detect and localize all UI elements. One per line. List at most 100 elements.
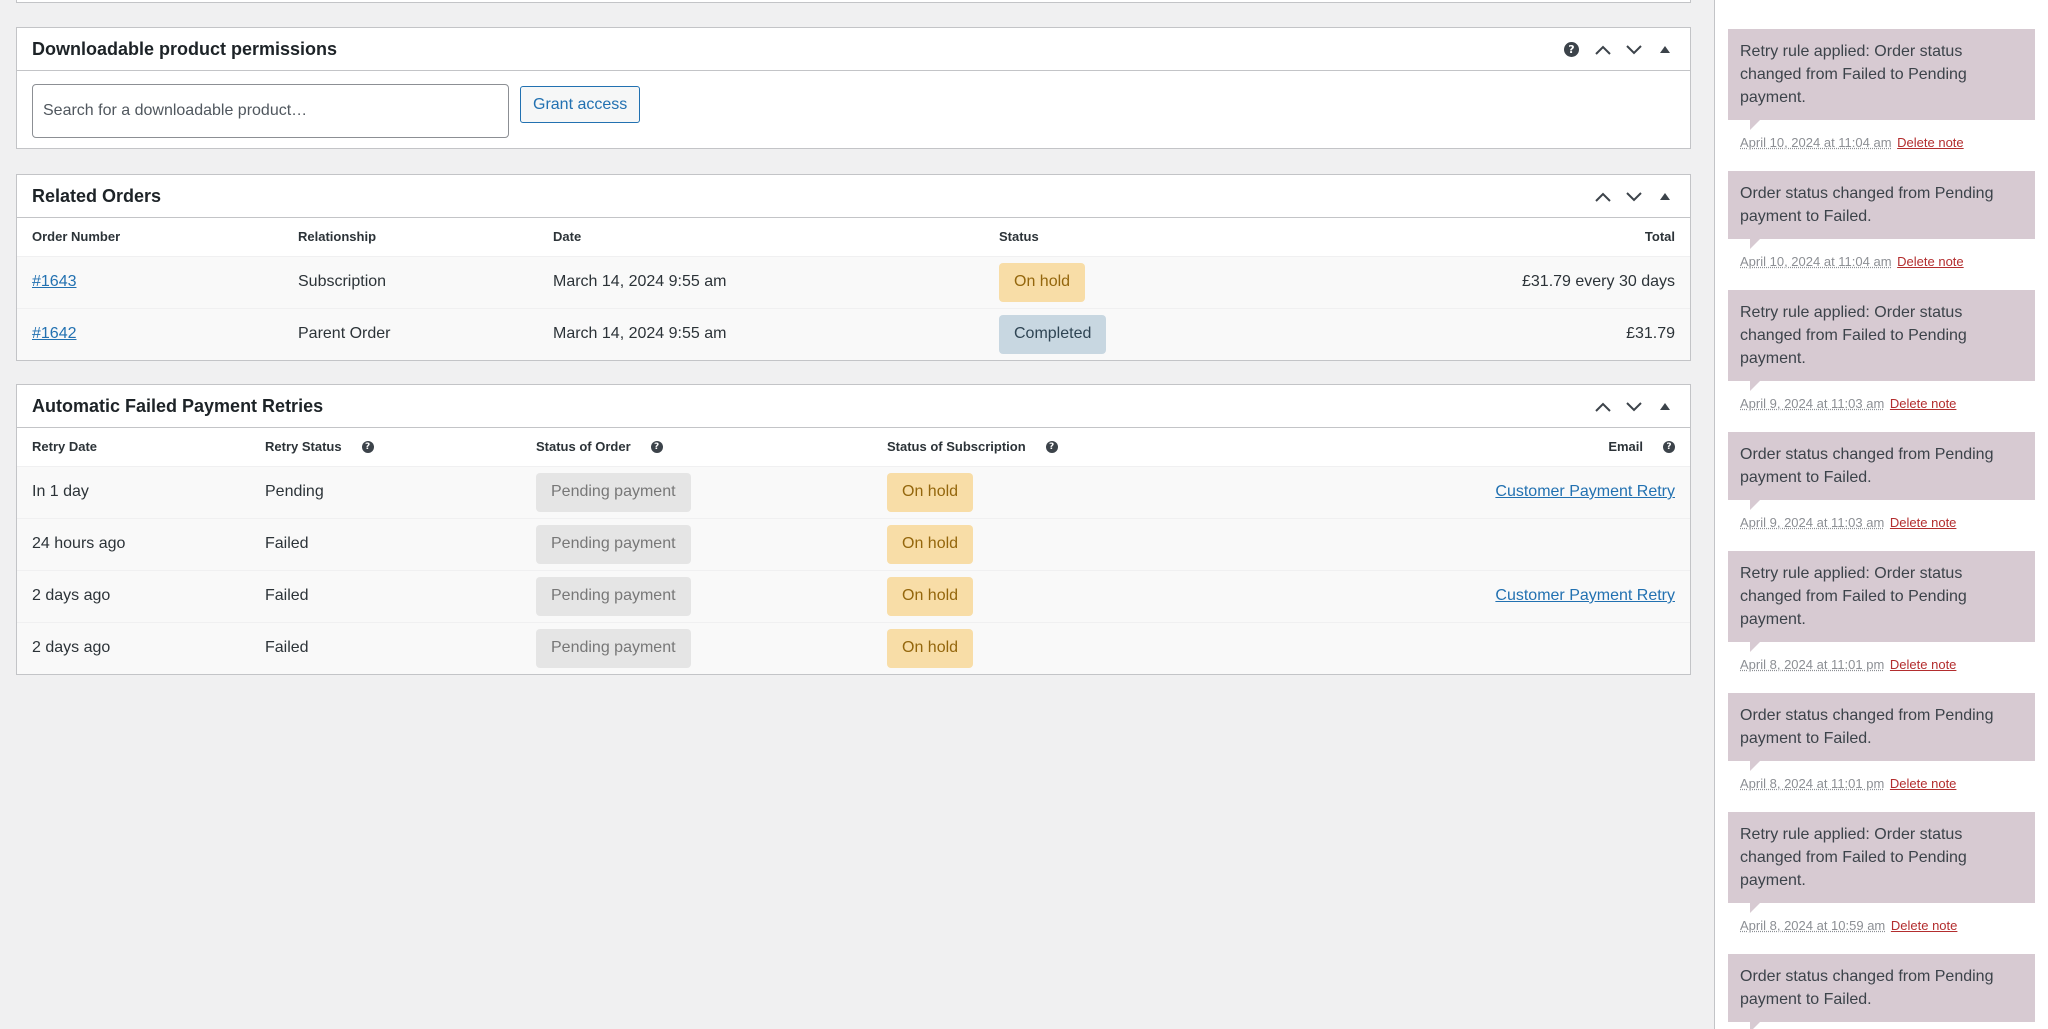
note-content: Retry rule applied: Order status changed… <box>1728 29 2035 130</box>
related-orders-table: Order Number Relationship Date Status To… <box>17 218 1690 360</box>
toggle-panel-icon[interactable] <box>1649 28 1680 71</box>
table-row: #1643 Subscription March 14, 2024 9:55 a… <box>17 256 1690 308</box>
retry-status-cell: Pending <box>265 483 324 500</box>
retry-status-cell: Failed <box>265 587 309 604</box>
status-badge: On hold <box>999 262 1086 302</box>
subscription-status-badge: On hold <box>887 576 974 616</box>
relationship-cell: Parent Order <box>298 325 391 343</box>
date-cell: March 14, 2024 9:55 am <box>553 273 727 290</box>
help-icon[interactable]: ? <box>1556 28 1587 71</box>
note-content: Order status changed from Pending paymen… <box>1728 432 2035 510</box>
order-note: Retry rule applied: Order status changed… <box>1728 551 2035 672</box>
column-header-date: Date <box>538 218 984 256</box>
help-icon[interactable]: ? <box>361 440 374 453</box>
panel-title: Downloadable product permissions <box>32 38 338 59</box>
note-date: April 9, 2024 at 11:03 am <box>1740 396 1885 411</box>
panel-header: Related Orders <box>17 175 1690 218</box>
note-date: April 8, 2024 at 10:59 am <box>1740 918 1886 933</box>
column-header-order-status: Status of Order? <box>521 428 872 466</box>
table-row: 2 days ago Failed Pending payment On hol… <box>17 622 1690 674</box>
order-notes-sidebar: Retry rule applied: Order status changed… <box>1714 0 2048 1029</box>
column-header-subscription-status: Status of Subscription? <box>872 428 1273 466</box>
total-cell: £31.79 <box>1626 325 1675 343</box>
column-header-label: Email <box>1608 439 1643 455</box>
panel-header: Automatic Failed Payment Retries <box>17 385 1690 428</box>
help-icon[interactable]: ? <box>1045 440 1058 453</box>
order-note: Order status changed from Pending paymen… <box>1728 432 2035 530</box>
note-date: April 8, 2024 at 11:01 pm <box>1740 657 1885 672</box>
move-up-icon[interactable] <box>1587 385 1618 428</box>
note-meta: April 9, 2024 at 11:03 am Delete note <box>1728 396 2035 411</box>
order-number-link[interactable]: #1642 <box>32 325 77 342</box>
order-number-link[interactable]: #1643 <box>32 273 77 290</box>
column-header-label: Status of Subscription <box>887 439 1026 455</box>
order-note: Order status changed from Pending paymen… <box>1728 171 2035 269</box>
table-row: 24 hours ago Failed Pending payment On h… <box>17 518 1690 570</box>
table-header-row: Order Number Relationship Date Status To… <box>17 218 1690 256</box>
email-link[interactable]: Customer Payment Retry <box>1495 587 1675 604</box>
note-content: Order status changed from Pending paymen… <box>1728 954 2035 1029</box>
note-date: April 10, 2024 at 11:04 am <box>1740 135 1892 150</box>
order-note: Retry rule applied: Order status changed… <box>1728 812 2035 933</box>
order-status-badge: Pending payment <box>536 576 691 616</box>
move-up-icon[interactable] <box>1587 28 1618 71</box>
grant-access-button[interactable]: Grant access <box>520 86 641 123</box>
retry-status-cell: Failed <box>265 639 309 657</box>
move-up-icon[interactable] <box>1587 175 1618 218</box>
table-row: In 1 day Pending Pending payment On hold… <box>17 466 1690 518</box>
note-meta: April 8, 2024 at 11:01 pm Delete note <box>1728 657 2035 672</box>
table-row: 2 days ago Failed Pending payment On hol… <box>17 570 1690 622</box>
payment-retries-table: Retry Date Retry Status? Status of Order… <box>17 428 1690 674</box>
column-header-retry-date: Retry Date <box>17 428 250 466</box>
previous-panel-edge <box>16 0 1691 3</box>
relationship-cell: Subscription <box>298 273 387 290</box>
help-icon[interactable]: ? <box>1663 440 1675 453</box>
move-down-icon[interactable] <box>1618 175 1649 218</box>
toggle-panel-icon[interactable] <box>1649 175 1680 218</box>
move-down-icon[interactable] <box>1618 28 1649 71</box>
delete-note-link[interactable]: Delete note <box>1891 918 1958 933</box>
delete-note-link[interactable]: Delete note <box>1890 776 1957 791</box>
panel-body: Search for a downloadable product… Grant… <box>17 71 1690 148</box>
column-header-retry-status: Retry Status? <box>250 428 521 466</box>
subscription-status-badge: On hold <box>887 524 974 564</box>
subscription-status-badge: On hold <box>887 628 974 668</box>
panel-actions <box>1587 175 1680 218</box>
delete-note-link[interactable]: Delete note <box>1890 515 1957 530</box>
delete-note-link[interactable]: Delete note <box>1897 135 1964 150</box>
status-badge: Completed <box>999 314 1107 354</box>
table-row: #1642 Parent Order March 14, 2024 9:55 a… <box>17 308 1690 360</box>
order-note: Retry rule applied: Order status changed… <box>1728 290 2035 411</box>
toggle-panel-icon[interactable] <box>1649 385 1680 428</box>
order-status-badge: Pending payment <box>536 472 691 512</box>
retry-date-cell: 2 days ago <box>32 639 111 657</box>
help-icon[interactable]: ? <box>650 440 663 453</box>
delete-note-link[interactable]: Delete note <box>1890 396 1957 411</box>
retry-date-cell: 24 hours ago <box>32 535 126 552</box>
downloadable-permissions-panel: Downloadable product permissions ? Searc… <box>16 27 1691 149</box>
move-down-icon[interactable] <box>1618 385 1649 428</box>
column-header-email: Email? <box>1272 428 1690 466</box>
note-meta: April 9, 2024 at 11:03 am Delete note <box>1728 515 2035 530</box>
delete-note-link[interactable]: Delete note <box>1897 254 1964 269</box>
column-header-label: Status of Order <box>536 439 631 455</box>
retry-date-cell: 2 days ago <box>32 587 111 604</box>
order-note: Order status changed from Pending paymen… <box>1728 693 2035 791</box>
date-cell: March 14, 2024 9:55 am <box>553 325 727 343</box>
related-orders-panel: Related Orders Order Number Relationship… <box>16 174 1691 361</box>
column-header-relationship: Relationship <box>283 218 538 256</box>
panel-actions <box>1587 385 1680 428</box>
panel-title: Related Orders <box>32 185 162 206</box>
total-cell: £31.79 every 30 days <box>1522 273 1675 290</box>
note-content: Order status changed from Pending paymen… <box>1728 171 2035 249</box>
payment-retries-panel: Automatic Failed Payment Retries Retry D… <box>16 384 1691 675</box>
order-status-badge: Pending payment <box>536 628 691 668</box>
email-link[interactable]: Customer Payment Retry <box>1495 483 1675 500</box>
order-note: Order status changed from Pending paymen… <box>1728 954 2035 1029</box>
retry-date-cell: In 1 day <box>32 483 89 500</box>
note-meta: April 10, 2024 at 11:04 am Delete note <box>1728 254 2035 269</box>
delete-note-link[interactable]: Delete note <box>1890 657 1957 672</box>
subscription-status-badge: On hold <box>887 472 974 512</box>
column-header-order-number: Order Number <box>17 218 283 256</box>
downloadable-product-search-input[interactable]: Search for a downloadable product… <box>32 84 509 138</box>
